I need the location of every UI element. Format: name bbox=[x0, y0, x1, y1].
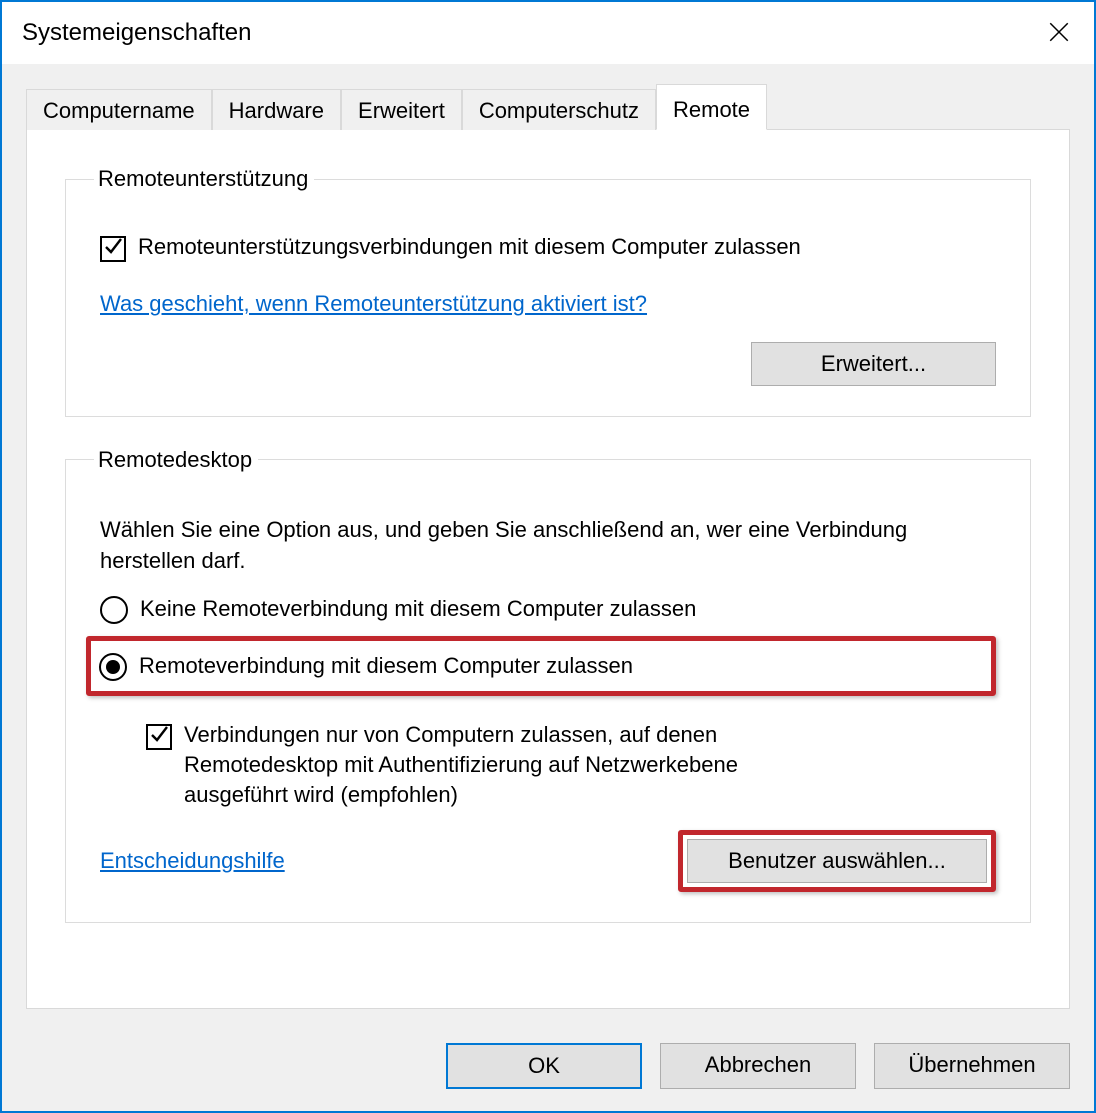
allow-remote-assistance-checkbox[interactable] bbox=[100, 236, 126, 262]
nla-checkbox[interactable] bbox=[146, 724, 172, 750]
apply-button[interactable]: Übernehmen bbox=[874, 1043, 1070, 1089]
group-remote-assistance: Remoteunterstützung Remoteunterstützungs… bbox=[65, 166, 1031, 417]
checkmark-icon bbox=[103, 236, 123, 262]
tab-panel-remote: Remoteunterstützung Remoteunterstützungs… bbox=[26, 129, 1070, 1009]
checkmark-icon bbox=[149, 724, 169, 750]
window-title: Systemeigenschaften bbox=[22, 19, 251, 47]
highlight-select-users: Benutzer auswählen... bbox=[678, 830, 996, 892]
deny-remote-row: Keine Remoteverbindung mit diesem Comput… bbox=[100, 594, 996, 624]
select-users-button[interactable]: Benutzer auswählen... bbox=[687, 839, 987, 883]
ok-button[interactable]: OK bbox=[446, 1043, 642, 1089]
nla-row: Verbindungen nur von Computern zulassen,… bbox=[146, 720, 996, 809]
decision-help-link[interactable]: Entscheidungshilfe bbox=[100, 845, 285, 877]
remote-desktop-bottom-row: Entscheidungshilfe Benutzer auswählen... bbox=[100, 830, 996, 892]
tab-hardware[interactable]: Hardware bbox=[212, 89, 341, 130]
dialog-footer: OK Abbrechen Übernehmen bbox=[2, 1027, 1094, 1111]
tab-strip: Computername Hardware Erweitert Computer… bbox=[26, 84, 1070, 130]
allow-remote-assistance-label: Remoteunterstützungsverbindungen mit die… bbox=[138, 232, 801, 262]
allow-remote-row: Remoteverbindung mit diesem Computer zul… bbox=[99, 651, 983, 681]
group-remote-desktop-legend: Remotedesktop bbox=[94, 447, 258, 473]
tab-remote[interactable]: Remote bbox=[656, 84, 767, 130]
titlebar: Systemeigenschaften bbox=[2, 2, 1094, 64]
highlight-allow-remote: Remoteverbindung mit diesem Computer zul… bbox=[86, 636, 996, 696]
tab-computername[interactable]: Computername bbox=[26, 89, 212, 130]
remote-assistance-help-link[interactable]: Was geschieht, wenn Remoteunterstützung … bbox=[100, 288, 647, 320]
content-area: Computername Hardware Erweitert Computer… bbox=[2, 64, 1094, 1027]
group-remote-assistance-legend: Remoteunterstützung bbox=[94, 166, 314, 192]
tab-protection[interactable]: Computerschutz bbox=[462, 89, 656, 130]
radio-deny-remote[interactable] bbox=[100, 596, 128, 624]
radio-allow-remote[interactable] bbox=[99, 653, 127, 681]
remote-assistance-button-row: Erweitert... bbox=[100, 342, 996, 386]
system-properties-window: Systemeigenschaften Computername Hardwar… bbox=[0, 0, 1096, 1113]
radio-selected-icon bbox=[106, 660, 120, 674]
close-button[interactable] bbox=[1024, 9, 1094, 57]
radio-allow-remote-label: Remoteverbindung mit diesem Computer zul… bbox=[139, 651, 633, 681]
cancel-button[interactable]: Abbrechen bbox=[660, 1043, 856, 1089]
remote-desktop-description: Wählen Sie eine Option aus, und geben Si… bbox=[100, 515, 996, 577]
tab-advanced[interactable]: Erweitert bbox=[341, 89, 462, 130]
group-remote-desktop: Remotedesktop Wählen Sie eine Option aus… bbox=[65, 447, 1031, 923]
allow-remote-assistance-row: Remoteunterstützungsverbindungen mit die… bbox=[100, 232, 996, 262]
close-icon bbox=[1049, 17, 1069, 49]
nla-checkbox-label: Verbindungen nur von Computern zulassen,… bbox=[184, 720, 834, 809]
radio-deny-remote-label: Keine Remoteverbindung mit diesem Comput… bbox=[140, 594, 696, 624]
advanced-button[interactable]: Erweitert... bbox=[751, 342, 996, 386]
